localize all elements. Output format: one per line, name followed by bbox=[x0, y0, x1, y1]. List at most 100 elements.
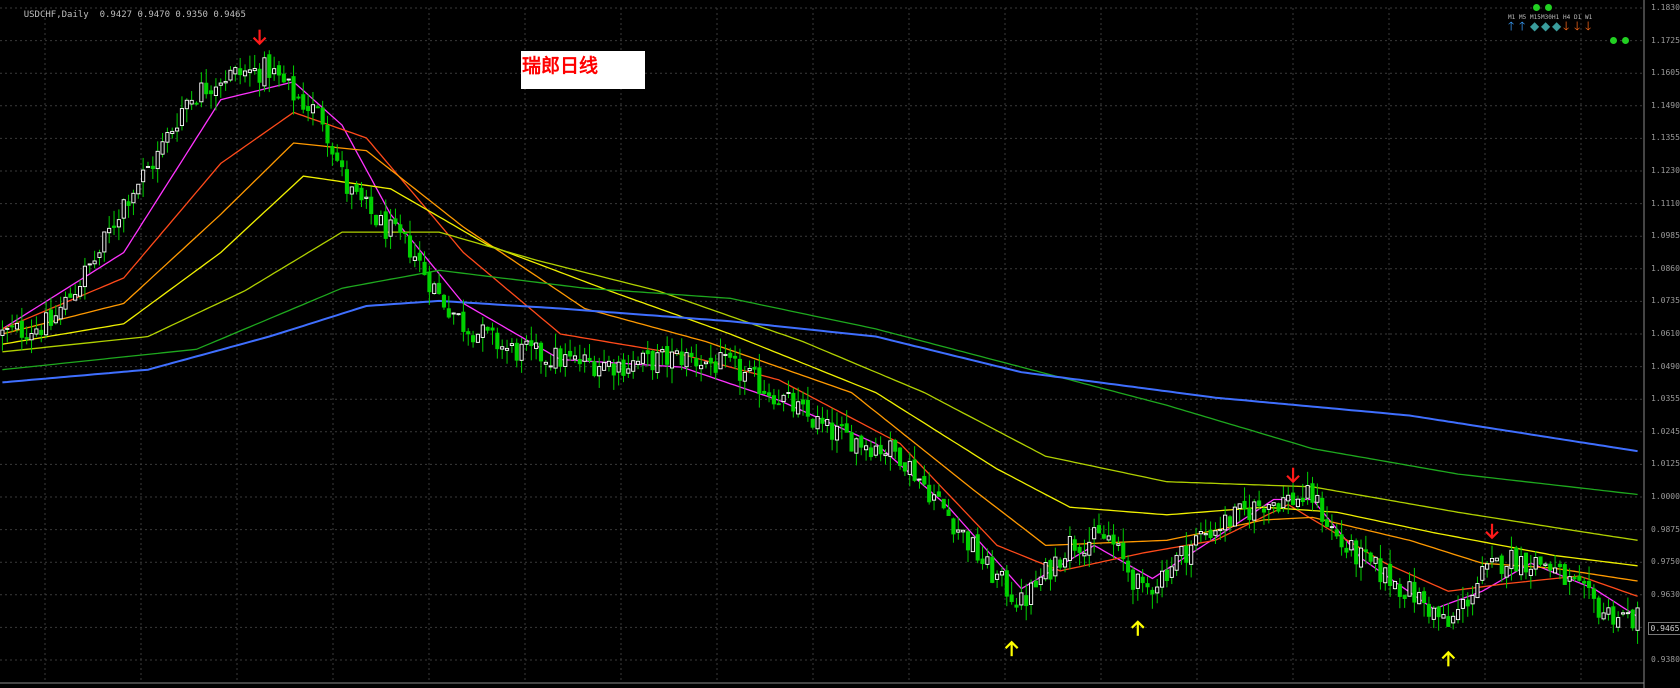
candle bbox=[563, 343, 568, 377]
chart-header: USDCHF,Daily 0.9427 0.9470 0.9350 0.9465 bbox=[2, 0, 246, 30]
price-tick-label: 1.1355 bbox=[1651, 133, 1680, 143]
candle bbox=[956, 516, 961, 540]
w1-signal-down-icon: 🡓 bbox=[1585, 19, 1592, 33]
signal-dashboard: M1 🡑 M5 🡑 M15 ◆ M30 ◆ H1 ◆ H4 🡓 D1 🡓 W1 🡓 bbox=[1508, 4, 1644, 46]
candle bbox=[1475, 576, 1480, 599]
candle bbox=[1334, 523, 1339, 540]
candle bbox=[354, 181, 359, 195]
candle bbox=[718, 338, 723, 370]
candle bbox=[1460, 586, 1465, 623]
candle bbox=[995, 570, 1000, 588]
candle bbox=[611, 359, 616, 390]
candle bbox=[815, 405, 820, 435]
chart-area[interactable]: USDCHF,Daily 0.9427 0.9470 0.9350 0.9465… bbox=[0, 0, 1680, 688]
candle bbox=[674, 348, 679, 356]
sell-arrow-icon bbox=[1485, 523, 1499, 540]
candle bbox=[1029, 579, 1034, 615]
candle bbox=[1014, 598, 1019, 612]
candle bbox=[708, 344, 713, 376]
candle bbox=[1620, 609, 1626, 617]
price-tick-label: 1.0245 bbox=[1651, 426, 1680, 436]
candle bbox=[1504, 565, 1509, 589]
candle bbox=[582, 347, 587, 373]
candle bbox=[437, 273, 442, 295]
candle bbox=[1276, 502, 1281, 514]
candle bbox=[927, 472, 932, 505]
candle bbox=[189, 91, 194, 110]
candle bbox=[873, 437, 878, 458]
candle bbox=[1111, 524, 1116, 559]
price-tick-label: 1.1830 bbox=[1651, 3, 1680, 12]
candle bbox=[538, 341, 544, 374]
candle bbox=[1198, 522, 1203, 543]
price-tick-label: 0.9380 bbox=[1651, 655, 1680, 664]
candle bbox=[1422, 587, 1427, 617]
candle bbox=[1164, 559, 1169, 588]
candle bbox=[592, 355, 597, 378]
candle bbox=[1417, 587, 1422, 605]
candle bbox=[73, 284, 78, 301]
candle bbox=[242, 64, 248, 83]
candle bbox=[1208, 521, 1213, 541]
candle bbox=[1184, 532, 1189, 576]
candle bbox=[286, 78, 291, 91]
candle bbox=[999, 566, 1005, 587]
candle bbox=[257, 63, 262, 97]
candle bbox=[78, 280, 83, 300]
price-axis[interactable]: 1.1830 1.1725 1.1605 1.1490 1.1355 1.1230 1.11… bbox=[1646, 0, 1680, 688]
h4-signal-down-icon: 🡓 bbox=[1563, 19, 1570, 33]
candle bbox=[606, 355, 611, 372]
price-tick-label: 1.0355 bbox=[1651, 394, 1680, 404]
candle bbox=[1606, 598, 1611, 621]
candle bbox=[1436, 605, 1441, 631]
candle bbox=[1257, 490, 1262, 510]
candle bbox=[1160, 560, 1165, 598]
candle bbox=[1116, 536, 1121, 552]
candle bbox=[980, 546, 985, 570]
candle bbox=[679, 338, 684, 371]
candle bbox=[1344, 540, 1349, 559]
candle bbox=[650, 349, 655, 380]
candle bbox=[461, 299, 466, 342]
candle bbox=[344, 160, 349, 202]
candle bbox=[1286, 486, 1291, 514]
candle bbox=[349, 186, 354, 210]
candle bbox=[63, 291, 68, 316]
candle bbox=[194, 101, 199, 106]
candle bbox=[1339, 520, 1344, 556]
candle bbox=[1611, 600, 1616, 634]
candle bbox=[1470, 585, 1475, 616]
candle bbox=[965, 530, 971, 563]
m30-signal-neutral-icon: ◆ bbox=[1541, 19, 1551, 33]
candle bbox=[1169, 557, 1174, 585]
candle bbox=[247, 55, 252, 87]
candle bbox=[703, 361, 709, 369]
candle bbox=[689, 346, 694, 363]
candle bbox=[548, 354, 553, 371]
status-dot-icon bbox=[1622, 37, 1629, 44]
price-chart[interactable] bbox=[0, 0, 1680, 688]
candle bbox=[281, 65, 286, 84]
candle bbox=[961, 529, 966, 544]
candle bbox=[34, 316, 39, 337]
candle bbox=[917, 478, 922, 489]
candle bbox=[1625, 597, 1630, 619]
candle bbox=[1601, 602, 1606, 621]
candle bbox=[1261, 505, 1267, 525]
candle bbox=[291, 65, 296, 115]
candle bbox=[1538, 556, 1543, 567]
candle bbox=[1130, 566, 1136, 605]
candle bbox=[446, 295, 451, 319]
m15-signal-neutral-icon: ◆ bbox=[1530, 19, 1540, 33]
d1-signal-down-icon: 🡓 bbox=[1574, 19, 1581, 33]
candle bbox=[53, 305, 58, 325]
candle bbox=[310, 92, 316, 126]
candle bbox=[844, 410, 849, 433]
candle bbox=[471, 330, 476, 348]
candle bbox=[558, 345, 563, 373]
candle bbox=[1295, 495, 1300, 511]
buy-arrow-icon bbox=[1131, 620, 1145, 636]
candle bbox=[1053, 547, 1058, 582]
candle bbox=[1392, 580, 1398, 590]
candle bbox=[796, 387, 801, 418]
